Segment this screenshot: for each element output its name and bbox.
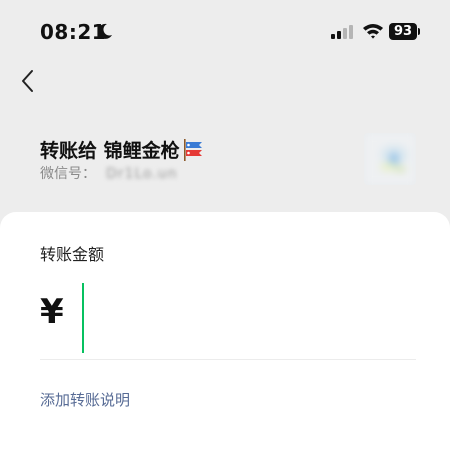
amount-input-cursor[interactable] [82,283,84,353]
avatar-image [364,133,416,185]
wifi-icon [363,24,383,39]
currency-symbol: ¥ [40,292,64,332]
moon-icon [97,23,112,39]
add-transfer-note-link[interactable]: 添加转账说明 [40,389,130,410]
battery-cap [418,28,420,35]
wechat-id-value: Dr1Lo.un [106,166,178,182]
battery-indicator: 93 [389,23,420,40]
recipient-title: 转账给 锦鲤金枪 [40,136,206,163]
back-button[interactable] [14,66,44,96]
recipient-name: 转账给 锦鲤金枪 [40,140,180,162]
battery-level: 93 [389,23,417,40]
amount-label: 转账金额 [40,245,105,264]
amount-divider [40,359,416,360]
koinobori-icon [183,139,202,161]
avatar[interactable] [364,133,416,185]
wechat-id-label: 微信号： [40,166,96,182]
wechat-id-row: 微信号： Dr1Lo.un [40,163,178,183]
cellular-signal-icon [331,25,353,39]
